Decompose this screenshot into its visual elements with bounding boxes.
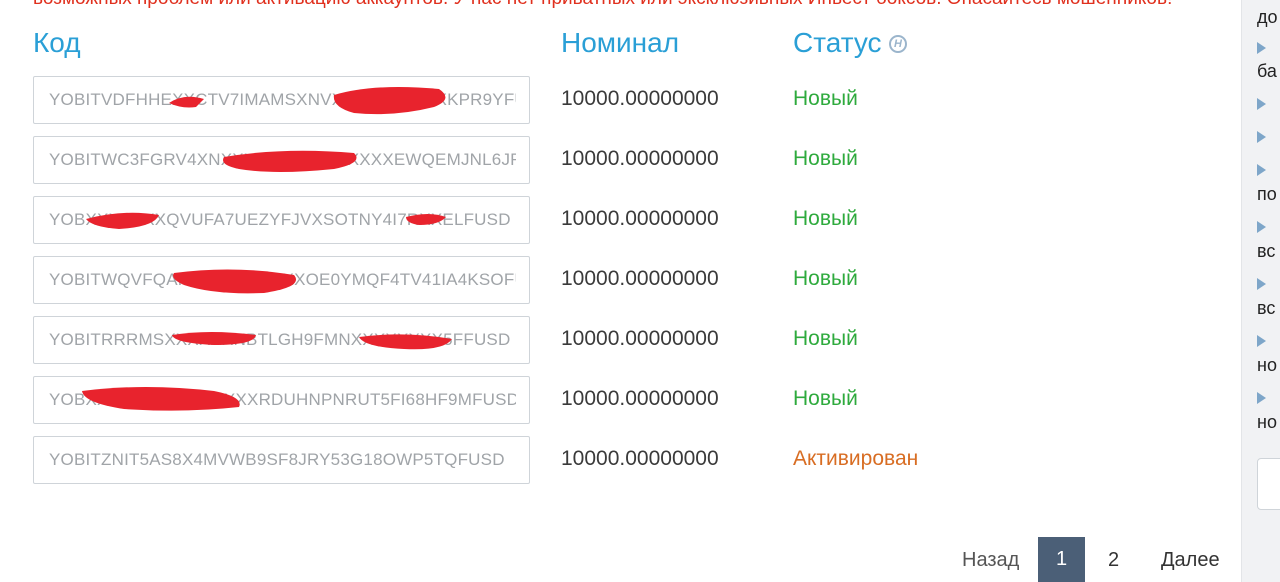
bullet-arrow-icon (1257, 221, 1266, 233)
bullet-arrow-icon (1257, 392, 1266, 404)
redaction-mark (169, 87, 446, 115)
sidebar-line: но (1257, 355, 1277, 375)
redaction-mark (173, 269, 296, 294)
nominal-value: 10000.00000000 (561, 327, 719, 350)
table-row: YOBITWC3FGRV4XNXXXXXXXXXXXXXXXEWQEMJNL6J… (0, 136, 1200, 184)
bullet-arrow-icon (1257, 335, 1266, 347)
warning-text: возможных проблем или активацию аккаунто… (33, 0, 1233, 9)
code-field[interactable]: YOBITWQVFQAHXXXXXXXXXXOE0YMQF4TV41IA4KSO… (33, 256, 530, 304)
code-field[interactable]: YOBITWC3FGRV4XNXXXXXXXXXXXXXXXEWQEMJNL6J… (33, 136, 530, 184)
code-field[interactable]: YOBITZNIT5AS8X4MVWB9SF8JRY53G18OWP5TQFUS… (33, 436, 530, 484)
nominal-value: 10000.00000000 (561, 447, 719, 470)
status-badge: Новый (793, 267, 858, 290)
code-field[interactable]: YOBITVDFHHEXXCTV7IMAMSXNVXXXXXXXXXXKPR9Y… (33, 76, 530, 124)
status-badge: Активирован (793, 447, 919, 470)
redaction-mark (86, 212, 446, 229)
help-icon[interactable]: H (889, 35, 907, 53)
code-value: YOBITZNIT5AS8X4MVWB9SF8JRY53G18OWP5TQFUS… (49, 450, 505, 469)
sidebar-line: ба (1257, 61, 1277, 81)
status-badge: Новый (793, 147, 858, 170)
redaction-mark (172, 332, 452, 350)
table-row: YOBITZNIT5AS8X4MVWB9SF8JRY53G18OWP5TQFUS… (0, 436, 1200, 484)
bullet-arrow-icon (1257, 278, 1266, 290)
nominal-value: 10000.00000000 (561, 387, 719, 410)
bullet-arrow-icon (1257, 131, 1266, 143)
codes-panel: возможных проблем или активацию аккаунто… (0, 0, 1242, 582)
pagination-page-2[interactable]: 2 (1108, 549, 1119, 572)
code-field[interactable]: YOBXXXXXXXXXXXXXXXRDUHNPNRUT5FI68HF9MFUS… (33, 376, 530, 424)
status-badge: Новый (793, 207, 858, 230)
nominal-value: 10000.00000000 (561, 207, 719, 230)
pagination-next-link[interactable]: Далее (1161, 549, 1220, 572)
column-header-nominal: Номинал (561, 27, 680, 58)
status-badge: Новый (793, 87, 858, 110)
table-row: YOBITVDFHHEXXCTV7IMAMSXNVXXXXXXXXXXKPR9Y… (0, 76, 1200, 124)
sidebar-input[interactable] (1257, 458, 1280, 510)
bullet-arrow-icon (1257, 98, 1266, 110)
sidebar-line: до (1257, 7, 1278, 27)
table-row: YOBITRRRMSXXXXXXNBTLGH9FMNXXXXXXXX5FFUSD… (0, 316, 1200, 364)
table-row: YOBXXXXXXXQVUFA7UEZYFJVXSOTNY4I7RXXELFUS… (0, 196, 1200, 244)
status-badge: Новый (793, 387, 858, 410)
status-badge: Новый (793, 327, 858, 350)
table-row: YOBXXXXXXXXXXXXXXXRDUHNPNRUT5FI68HF9MFUS… (0, 376, 1200, 424)
bullet-arrow-icon (1257, 42, 1266, 54)
redaction-mark (223, 150, 357, 172)
bullet-arrow-icon (1257, 164, 1266, 176)
redaction-mark (82, 387, 240, 411)
sidebar-line: но (1257, 412, 1277, 432)
right-sidebar: до ба по вс вс но но (1243, 0, 1280, 582)
sidebar-line: вс (1257, 241, 1276, 261)
table-row: YOBITWQVFQAHXXXXXXXXXXOE0YMQF4TV41IA4KSO… (0, 256, 1200, 304)
nominal-value: 10000.00000000 (561, 147, 719, 170)
code-field[interactable]: YOBITRRRMSXXXXXXNBTLGH9FMNXXXXXXXX5FFUSD (33, 316, 530, 364)
column-header-status: Статус (793, 27, 882, 58)
nominal-value: 10000.00000000 (561, 87, 719, 110)
pagination-prev-link[interactable]: Назад (962, 549, 1019, 572)
nominal-value: 10000.00000000 (561, 267, 719, 290)
pagination-page-1[interactable]: 1 (1038, 537, 1085, 582)
sidebar-line: по (1257, 184, 1277, 204)
code-field[interactable]: YOBXXXXXXXQVUFA7UEZYFJVXSOTNY4I7RXXELFUS… (33, 196, 530, 244)
column-header-code: Код (33, 27, 81, 58)
sidebar-line: вс (1257, 298, 1276, 318)
